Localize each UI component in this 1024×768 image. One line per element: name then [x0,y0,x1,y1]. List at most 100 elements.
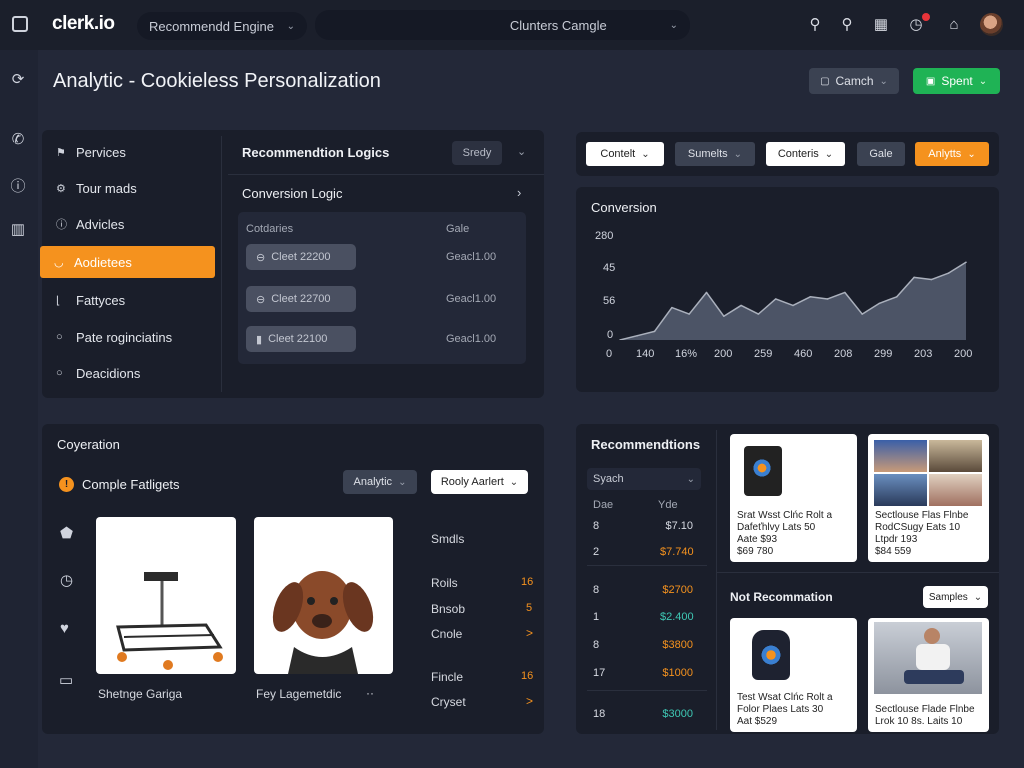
product-caption: Shetnge Gariga [98,687,183,701]
rec-card[interactable]: Test Wsat Clńc Rolt a Folor Plaes Lats 3… [730,618,857,732]
product-more[interactable]: ·· [366,686,374,700]
conversion-point [878,302,881,305]
conversion-chart [619,261,967,340]
rec-card-line: Sectlouse Flas Flnbe [875,510,969,521]
rec-card-line: Folor Plaes Lats 30 [737,704,824,715]
logic-table: Cotdaries Gale ⊖ Cleet 22200 Geacl1.00 ⊖ C… [238,212,526,364]
menu-item-fattyces[interactable]: ⌊ Fattyces [42,284,217,316]
rec-row-num: 2 [593,546,600,558]
rec-card[interactable]: Sectlouse Flade Flnbe Lrok 10 8s. Laits … [868,618,989,732]
search-icon[interactable]: ⚲ [806,16,824,34]
rec-card[interactable]: Sectlouse Flas Flnbe RodCSugy Eats 10 Lt… [868,434,989,562]
calendar-icon[interactable]: ▦ [872,16,890,34]
rec-card-line: RodCSugy Eats 10 [875,522,961,533]
network-icon[interactable]: ⟳ [8,70,28,90]
rec-row-num: 17 [593,667,606,679]
engine-select-label: Recommendd Engine [149,18,275,34]
coyeration-title: Coyeration [57,437,120,452]
rec-card-line: $84 559 [875,546,912,557]
rec-card-line: Aate $93 [737,534,778,545]
conversion-point [705,291,708,294]
spent-button[interactable]: ▣ Spent ⌄ [913,68,1000,94]
sumelts-select[interactable]: Sumelts ⌄ [675,142,755,166]
rec-card-line: Aat $529 [737,716,778,727]
clock-icon[interactable]: ◷ [60,571,73,589]
product-card[interactable] [96,517,236,674]
conteris-select[interactable]: Conteris ⌄ [766,142,845,166]
chevron-down-icon[interactable]: ⌄ [517,145,526,158]
x-tick-label: 203 [914,348,933,360]
menu-item-pervices[interactable]: ⚑ Pervices [42,136,217,168]
rec-card[interactable]: Srat Wsst Clńc Rolt a Dafeťhlvy Lats 50 … [730,434,857,562]
x-tick-label: 16% [675,348,698,360]
search-alt-icon[interactable]: ⚲ [838,16,856,34]
search-select[interactable]: Syach ⌄ [587,468,701,490]
heart-icon[interactable]: ♥ [60,620,69,637]
rec-row-value: $3000 [662,708,693,720]
logic-row-pill[interactable]: ⊖ Cleet 22700 [246,286,356,312]
conversion-point [688,313,690,315]
coyeration-subtitle: Comple Fatligets [82,477,180,492]
avatar[interactable] [980,13,1003,36]
rec-row-value: $7.10 [665,520,693,532]
contelt-select[interactable]: Contelt ⌄ [586,142,664,166]
samples-select[interactable]: Samples ⌄ [923,586,988,608]
logic-col-right: Gale [446,223,470,235]
stat-value[interactable]: > [526,694,533,708]
rec-row-value: $7.740 [660,546,694,558]
rooly-select[interactable]: Rooly Aarlert ⌄ [431,470,528,494]
engine-select[interactable]: Recommendd Engine ⌄ [137,12,307,40]
menu-item-tour-mads[interactable]: ⚙ Tour mads [42,172,217,204]
lock-icon[interactable]: ⌂ [945,16,963,34]
rec-card-line: $69 780 [737,546,774,557]
logic-row-pill[interactable]: ▮ Cleet 22100 [246,326,356,352]
logic-row-pill[interactable]: ⊖ Cleet 22200 [246,244,356,270]
chart-icon[interactable]: ▥ [8,220,28,240]
product-image [874,622,982,694]
stat-label: Cnole [431,627,463,641]
stat-value: 5 [526,602,533,614]
not-recommendation-title: Not Recommation [730,590,833,604]
stat-value: 16 [521,670,534,682]
app-icon[interactable] [12,16,28,32]
info-icon[interactable]: ⓘ [8,177,28,197]
stat-label: Cryset [431,695,466,709]
analytic-select[interactable]: Analytic ⌄ [343,470,417,494]
rec-row-num: 1 [593,611,600,623]
x-tick-label: 259 [754,348,773,360]
rec-row-value: $3800 [662,639,693,651]
anlytts-select[interactable]: Anlytts ⌄ [915,142,989,166]
chevron-right-icon[interactable]: › [517,185,521,200]
product-card[interactable] [254,517,393,674]
rec-card-line: Dafeťhlvy Lats 50 [737,522,816,533]
x-tick-label: 200 [714,348,733,360]
menu-item-aodietees[interactable]: ◡ Aodietees [40,246,215,278]
rec-card-line: Srat Wsst Clńc Rolt a [737,510,833,521]
rec-row-divider [587,690,707,691]
gale-button[interactable]: Gale [857,142,905,166]
chat-icon[interactable]: ▭ [59,671,73,689]
stat-value[interactable]: > [526,626,533,640]
home-icon[interactable]: ⬟ [60,524,73,542]
conversion-logic-title[interactable]: Conversion Logic [242,186,342,201]
chevron-down-icon: ⌄ [978,75,988,87]
stat-label: Fincle [431,670,464,684]
camch-button[interactable]: ▢ Camch ⌄ [809,68,899,94]
conversion-point [774,298,777,300]
phone-icon[interactable]: ✆ [8,130,28,150]
chevron-down-icon: ⌄ [286,20,295,32]
app-logo[interactable]: clerk.io [52,13,115,35]
lock-icon: ⊖ [256,251,266,264]
rec-row-num: 8 [593,520,600,532]
chevron-down-icon: ⌄ [641,148,650,160]
menu-item-advicles[interactable]: ⓘ Advicles [42,208,217,240]
menu-item-deacidions[interactable]: ○ Deacidions [42,357,217,389]
stat-label: Bnsob [431,602,466,616]
menu-item-pate-roginciatins[interactable]: ○ Pate roginciatins [42,321,217,353]
logic-status-select[interactable]: Sredy [452,141,502,165]
conversion-point [809,296,812,298]
cluster-select[interactable]: Clunters Camgle ⌄ [315,10,690,40]
x-tick-label: 140 [636,348,655,360]
conversion-point [636,334,639,337]
cart-icon [116,572,223,670]
